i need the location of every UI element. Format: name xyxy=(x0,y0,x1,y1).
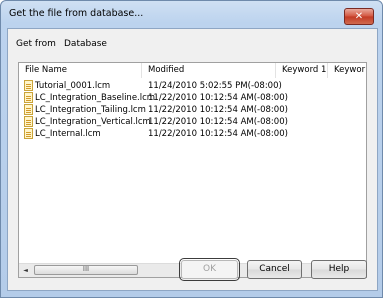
menu-get-from[interactable]: Get from xyxy=(16,39,56,49)
table-row[interactable]: LC_Integration_Baseline.lcm 11/22/2010 1… xyxy=(19,92,366,104)
table-row[interactable]: LC_Internal.lcm 11/22/2010 10:12:54 AM(-… xyxy=(19,128,366,140)
file-name-cell: LC_Integration_Tailing.lcm xyxy=(35,105,146,115)
scroll-left-arrow-icon[interactable]: ◄ xyxy=(19,264,32,277)
dialog-window: Get the file from database... ✕ Get from… xyxy=(0,0,383,298)
column-header-modified[interactable]: Modified xyxy=(142,63,276,78)
close-button[interactable]: ✕ xyxy=(344,8,374,25)
modified-cell: 11/22/2010 10:12:54 AM(-08:00) xyxy=(148,117,288,127)
file-name-cell: Tutorial_0001.lcm xyxy=(35,81,111,91)
table-row[interactable]: Tutorial_0001.lcm 11/24/2010 5:02:55 PM(… xyxy=(19,80,366,92)
list-header: File Name Modified Keyword 1 Keywor xyxy=(19,63,366,79)
cancel-button[interactable]: Cancel xyxy=(247,260,302,279)
file-name-cell: LC_Integration_Baseline.lcm xyxy=(35,93,156,103)
file-icon xyxy=(24,116,33,127)
help-button[interactable]: Help xyxy=(311,260,367,279)
file-icon xyxy=(24,80,33,91)
close-icon: ✕ xyxy=(354,11,364,22)
table-row[interactable]: LC_Integration_Tailing.lcm 11/22/2010 10… xyxy=(19,104,366,116)
file-name-cell: LC_Integration_Vertical.lcm xyxy=(35,117,151,127)
file-name-cell: LC_Internal.lcm xyxy=(35,129,101,139)
title-bar[interactable]: Get the file from database... ✕ xyxy=(1,1,382,29)
column-header-keyword-1[interactable]: Keyword 1 xyxy=(276,63,328,78)
file-list[interactable]: File Name Modified Keyword 1 Keywor Tuto… xyxy=(18,62,367,278)
window-title: Get the file from database... xyxy=(9,8,144,19)
modified-cell: 11/22/2010 10:12:54 AM(-08:00) xyxy=(148,93,288,103)
dialog-body: Get from Database File Name Modified Key… xyxy=(7,28,378,291)
menu-database[interactable]: Database xyxy=(64,39,107,49)
ok-button[interactable]: OK xyxy=(179,258,240,281)
file-icon xyxy=(24,104,33,115)
modified-cell: 11/22/2010 10:12:54 AM(-08:00) xyxy=(148,105,288,115)
column-header-keyword[interactable]: Keywor xyxy=(328,63,366,78)
table-row[interactable]: LC_Integration_Vertical.lcm 11/22/2010 1… xyxy=(19,116,366,128)
file-icon xyxy=(24,128,33,139)
scroll-thumb[interactable]: III xyxy=(34,265,138,275)
file-icon xyxy=(24,92,33,103)
modified-cell: 11/22/2010 10:12:54 AM(-08:00) xyxy=(148,129,288,139)
modified-cell: 11/24/2010 5:02:55 PM(-08:00) xyxy=(148,81,282,91)
column-header-file-name[interactable]: File Name xyxy=(19,63,142,78)
